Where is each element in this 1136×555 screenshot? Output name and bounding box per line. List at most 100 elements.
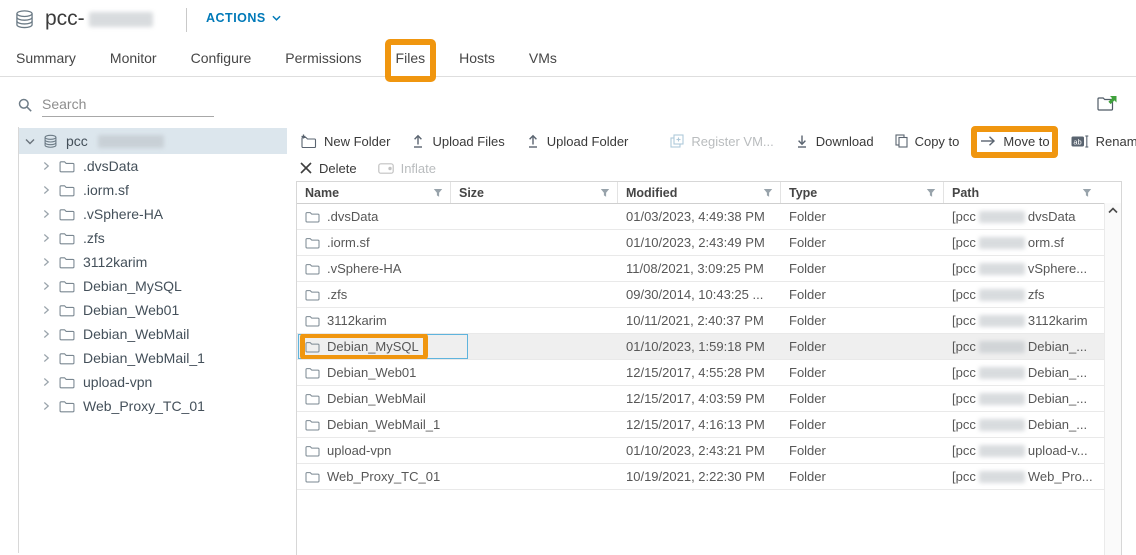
tree-item-debian-webmail-1[interactable]: Debian_WebMail_1 — [19, 346, 287, 370]
redacted-path-text — [979, 445, 1025, 457]
chevron-down-icon[interactable] — [25, 138, 35, 145]
chevron-right-icon[interactable] — [41, 377, 51, 387]
file-modified: 10/11/2021, 2:40:37 PM — [618, 308, 781, 333]
chevron-right-icon[interactable] — [41, 257, 51, 267]
table-row-debian-webmail[interactable]: Debian_WebMail 12/15/2017, 4:03:59 PM Fo… — [297, 386, 1104, 412]
table-row-upload-vpn[interactable]: upload-vpn 01/10/2023, 2:43:21 PM Folder… — [297, 438, 1104, 464]
file-name: .zfs — [327, 287, 347, 302]
new-folder-label: New Folder — [324, 134, 390, 149]
download-button[interactable]: Download — [795, 134, 874, 149]
column-label: Size — [459, 186, 484, 200]
tree-item-web-proxy-tc-01[interactable]: Web_Proxy_TC_01 — [19, 394, 287, 418]
actions-button[interactable]: ACTIONS — [206, 11, 281, 25]
new-folder-button[interactable]: New Folder — [300, 134, 390, 149]
copy-to-button[interactable]: Copy to — [895, 134, 960, 149]
tab-monitor[interactable]: Monitor — [108, 48, 159, 68]
tree-item-zfs[interactable]: .zfs — [19, 226, 287, 250]
redacted-path-text — [979, 263, 1025, 275]
tree-item-debian-mysql[interactable]: Debian_MySQL — [19, 274, 287, 298]
filter-funnel-icon[interactable] — [433, 188, 443, 198]
register-vm-button[interactable]: Register VM... — [670, 134, 773, 149]
tree-item-debian-web01[interactable]: Debian_Web01 — [19, 298, 287, 322]
table-row-dvsdata[interactable]: .dvsData 01/03/2023, 4:49:38 PM Folder [… — [297, 204, 1104, 230]
redacted-path-text — [979, 237, 1025, 249]
file-name: .dvsData — [327, 209, 378, 224]
folder-export-icon[interactable] — [1097, 95, 1118, 117]
tree-item-upload-vpn[interactable]: upload-vpn — [19, 370, 287, 394]
tab-hosts[interactable]: Hosts — [457, 48, 497, 68]
table-row-debian-mysql[interactable]: Debian_MySQL 01/10/2023, 1:59:18 PM Fold… — [297, 334, 1104, 360]
file-name: .iorm.sf — [327, 235, 370, 250]
header-divider — [186, 8, 187, 32]
download-label: Download — [816, 134, 874, 149]
column-header-modified[interactable]: Modified — [618, 182, 781, 203]
filter-funnel-icon[interactable] — [926, 188, 936, 198]
tab-files[interactable]: Files — [394, 48, 428, 68]
tree-item-vsphere-ha[interactable]: .vSphere-HA — [19, 202, 287, 226]
filter-funnel-icon[interactable] — [600, 188, 610, 198]
table-row-debian-webmail-1[interactable]: Debian_WebMail_1 12/15/2017, 4:16:13 PM … — [297, 412, 1104, 438]
tab-vms[interactable]: VMs — [527, 48, 559, 68]
svg-text:ab: ab — [1073, 137, 1081, 146]
tree-item-label: upload-vpn — [83, 374, 152, 390]
file-type: Folder — [781, 256, 944, 281]
tab-summary[interactable]: Summary — [14, 48, 78, 68]
table-row-iorm-sf[interactable]: .iorm.sf 01/10/2023, 2:43:49 PM Folder [… — [297, 230, 1104, 256]
search-icon — [18, 98, 32, 112]
chevron-right-icon[interactable] — [41, 401, 51, 411]
column-header-name[interactable]: Name — [297, 182, 451, 203]
file-toolbar: New Folder Upload Files Upload Folder Re… — [300, 130, 1120, 179]
folder-icon — [59, 328, 75, 341]
tab-permissions[interactable]: Permissions — [283, 48, 363, 68]
tree-root-datastore[interactable]: pcc — [19, 128, 287, 154]
scroll-up-icon[interactable] — [1108, 207, 1118, 214]
file-type: Folder — [781, 360, 944, 385]
folder-icon — [305, 237, 320, 249]
delete-button[interactable]: Delete — [300, 161, 357, 176]
chevron-right-icon[interactable] — [41, 353, 51, 363]
tree-item-debian-webmail[interactable]: Debian_WebMail — [19, 322, 287, 346]
file-name: upload-vpn — [327, 443, 391, 458]
column-header-path[interactable]: Path — [944, 182, 1104, 203]
column-header-type[interactable]: Type — [781, 182, 944, 203]
chevron-right-icon[interactable] — [41, 305, 51, 315]
tree-item-dvsdata[interactable]: .dvsData — [19, 154, 287, 178]
vertical-scrollbar[interactable] — [1104, 203, 1121, 555]
filter-funnel-icon[interactable] — [763, 188, 773, 198]
chevron-right-icon[interactable] — [41, 209, 51, 219]
table-row-web-proxy-tc-01[interactable]: Web_Proxy_TC_01 10/19/2021, 2:22:30 PM F… — [297, 464, 1104, 490]
tab-configure[interactable]: Configure — [189, 48, 254, 68]
tree-item-iorm-sf[interactable]: .iorm.sf — [19, 178, 287, 202]
upload-files-button[interactable]: Upload Files — [411, 134, 504, 149]
datastore-icon — [14, 9, 35, 30]
register-vm-label: Register VM... — [691, 134, 773, 149]
table-row-debian-web01[interactable]: Debian_Web01 12/15/2017, 4:55:28 PM Fold… — [297, 360, 1104, 386]
chevron-right-icon[interactable] — [41, 329, 51, 339]
tree-item-3112karim[interactable]: 3112karim — [19, 250, 287, 274]
folder-icon — [305, 367, 320, 379]
table-row-3112karim[interactable]: 3112karim 10/11/2021, 2:40:37 PM Folder … — [297, 308, 1104, 334]
rename-to-button[interactable]: ab Rename to — [1071, 134, 1136, 149]
tree-item-label: .vSphere-HA — [83, 206, 163, 222]
files-table: Name Size Modified Type Path .dvsData 01… — [296, 181, 1122, 555]
file-size — [451, 204, 618, 229]
chevron-right-icon[interactable] — [41, 161, 51, 171]
chevron-right-icon[interactable] — [41, 233, 51, 243]
upload-folder-button[interactable]: Upload Folder — [526, 134, 629, 149]
redacted-tree-root-text — [98, 135, 164, 148]
column-header-size[interactable]: Size — [451, 182, 618, 203]
chevron-right-icon[interactable] — [41, 185, 51, 195]
file-name: Debian_WebMail_1 — [327, 417, 440, 432]
file-size — [451, 282, 618, 307]
file-size — [451, 256, 618, 281]
filter-funnel-icon[interactable] — [1082, 188, 1092, 198]
chevron-right-icon[interactable] — [41, 281, 51, 291]
table-row-zfs[interactable]: .zfs 09/30/2014, 10:43:25 ... Folder [pc… — [297, 282, 1104, 308]
table-row-vsphere-ha[interactable]: .vSphere-HA 11/08/2021, 3:09:25 PM Folde… — [297, 256, 1104, 282]
search-input[interactable] — [42, 94, 214, 117]
move-to-button[interactable]: Move to — [980, 134, 1049, 149]
file-path: [pccvSphere... — [944, 256, 1104, 281]
tree-item-label: Debian_WebMail_1 — [83, 350, 205, 366]
inflate-button[interactable]: Inflate — [378, 161, 436, 176]
file-modified: 10/19/2021, 2:22:30 PM — [618, 464, 781, 489]
